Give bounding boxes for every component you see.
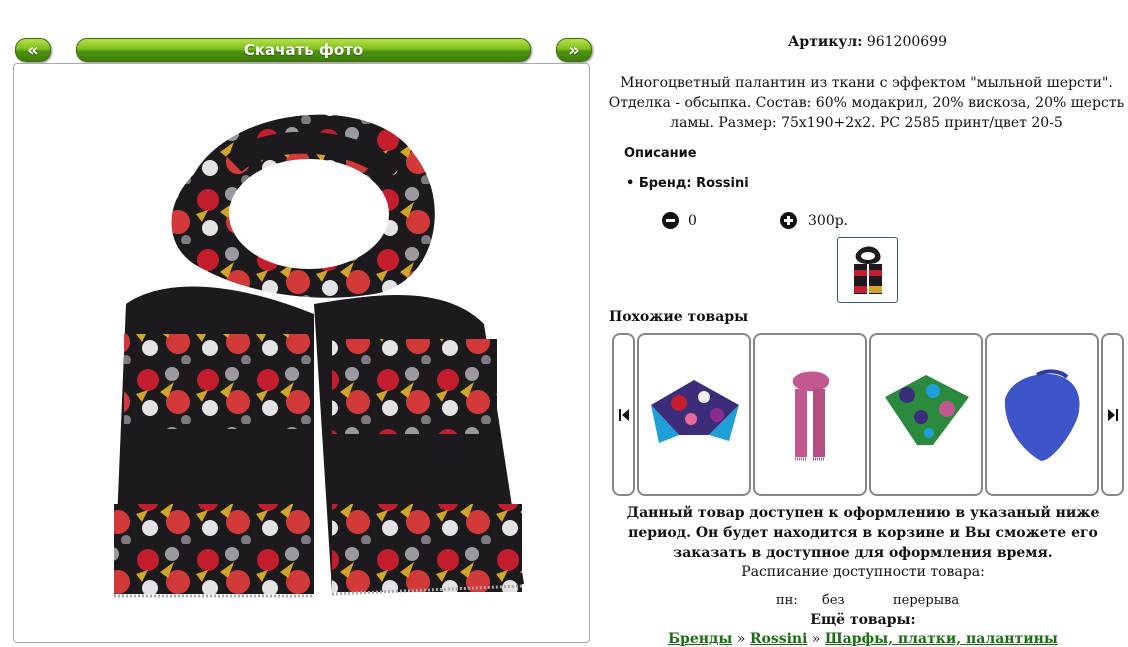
scarf-thumbnail-image (853, 246, 882, 294)
similar-item-1[interactable] (637, 333, 751, 496)
similar-title: Похожие товары (609, 309, 749, 325)
price-value: 300р. (808, 213, 849, 229)
brand-label: Бренд: Rossini (638, 176, 749, 191)
schedule-to: перерыва (893, 593, 960, 608)
pink-scarf-image (792, 371, 830, 461)
carousel-next-button[interactable] (1101, 333, 1124, 496)
section-title-description: Описание (624, 146, 697, 161)
blue-scarf-image (1004, 369, 1080, 461)
skip-forward-icon (1107, 408, 1118, 421)
download-photo-button[interactable]: Скачать фото (76, 38, 531, 62)
green-scarf-image (885, 375, 969, 445)
similar-item-2[interactable] (753, 333, 867, 496)
more-products-title: Ещё товары: (810, 612, 916, 628)
patterned-scarf-image (651, 380, 739, 443)
product-description: Многоцветный палантин из ткани с эффекто… (608, 75, 1125, 131)
article-label: Артикул: (788, 34, 863, 50)
similar-item-4[interactable] (985, 333, 1099, 496)
brand-list-item: • Бренд: Rossini (626, 176, 749, 191)
schedule-day: пн: (776, 593, 798, 608)
article-value: 961200699 (866, 34, 947, 50)
bullet-icon: • (626, 176, 635, 191)
carousel-prev-button[interactable] (612, 333, 635, 496)
prev-photo-button[interactable]: « (15, 38, 51, 62)
schedule-from: без (822, 593, 845, 608)
plus-circle-icon[interactable] (780, 212, 797, 229)
article-line: Артикул: 961200699 (600, 34, 1128, 50)
skip-back-icon (618, 408, 629, 421)
availability-notice: Данный товар доступен к оформлению в ука… (626, 505, 1100, 561)
minus-circle-icon[interactable] (662, 212, 679, 229)
similar-item-3[interactable] (869, 333, 983, 496)
photo-thumbnail[interactable] (837, 237, 898, 303)
product-photo-frame (13, 63, 590, 643)
schedule-label: Расписание доступности товара: (741, 564, 985, 580)
quantity-value: 0 (688, 213, 697, 229)
scarf-photo[interactable] (14, 64, 590, 643)
next-photo-button[interactable]: » (556, 38, 592, 62)
